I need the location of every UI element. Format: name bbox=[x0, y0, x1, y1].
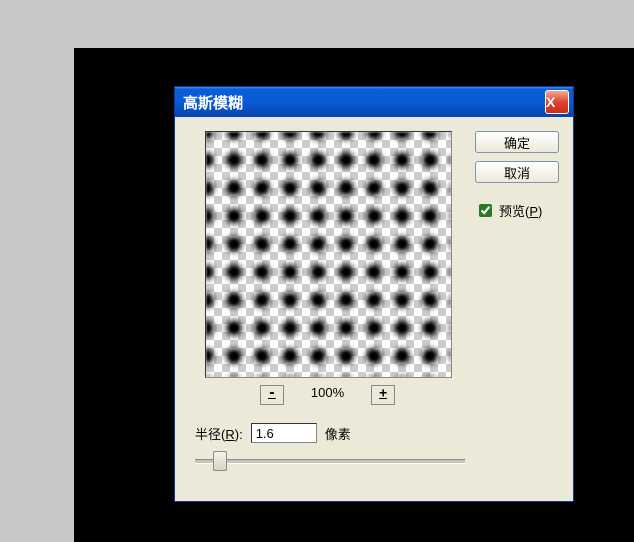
preview-hotkey: P bbox=[529, 204, 538, 219]
zoom-out-button[interactable]: - bbox=[260, 385, 284, 405]
preview-label-suffix: ) bbox=[538, 204, 542, 219]
dialog-title: 高斯模糊 bbox=[183, 92, 545, 113]
slider-thumb[interactable] bbox=[213, 451, 227, 471]
radius-unit: 像素 bbox=[325, 424, 351, 443]
side-panel: 确定 取消 预览(P) bbox=[475, 131, 559, 220]
gaussian-blur-dialog: 高斯模糊 X - 100% + 确定 取消 预览(P) bbox=[174, 86, 574, 502]
radius-label-suffix: ): bbox=[235, 427, 243, 442]
close-icon: X bbox=[546, 94, 568, 110]
preview-checkbox-row[interactable]: 预览(P) bbox=[475, 201, 559, 220]
close-button[interactable]: X bbox=[545, 90, 569, 114]
preview-checkbox[interactable] bbox=[479, 204, 492, 217]
slider-track bbox=[195, 459, 465, 464]
preview-label-text: 预览( bbox=[499, 204, 529, 219]
cancel-button[interactable]: 取消 bbox=[475, 161, 559, 183]
radius-label-prefix: 半径( bbox=[195, 427, 225, 442]
radius-slider[interactable] bbox=[195, 449, 465, 473]
preview-content bbox=[206, 132, 451, 377]
effect-preview[interactable] bbox=[205, 131, 452, 378]
ok-button[interactable]: 确定 bbox=[475, 131, 559, 153]
radius-row: 半径(R): 像素 bbox=[195, 423, 351, 443]
zoom-in-button[interactable]: + bbox=[371, 385, 395, 405]
radius-label: 半径(R): bbox=[195, 424, 243, 443]
titlebar[interactable]: 高斯模糊 X bbox=[175, 87, 573, 117]
radius-hotkey: R bbox=[225, 427, 234, 442]
zoom-percent: 100% bbox=[306, 385, 350, 400]
preview-label: 预览(P) bbox=[499, 201, 542, 220]
zoom-controls: - 100% + bbox=[205, 385, 450, 405]
dialog-body: - 100% + 确定 取消 预览(P) 半径(R): 像素 bbox=[175, 117, 573, 145]
radius-input[interactable] bbox=[251, 423, 317, 443]
